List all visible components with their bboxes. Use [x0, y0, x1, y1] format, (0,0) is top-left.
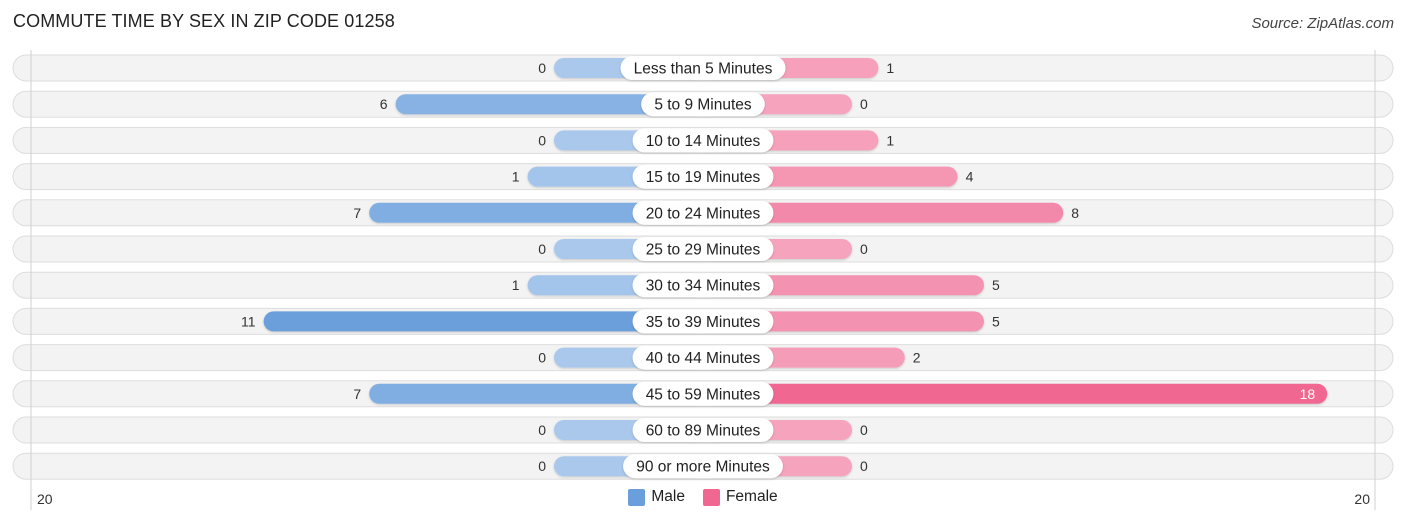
category-label-text: 35 to 39 Minutes: [646, 314, 761, 331]
value-label-male: 6: [380, 96, 388, 112]
category-label: 5 to 9 Minutes: [641, 92, 765, 117]
category-label: Less than 5 Minutes: [620, 56, 786, 80]
category-label: 60 to 89 Minutes: [632, 418, 774, 442]
value-label-female: 5: [992, 313, 1000, 329]
category-label: 10 to 14 Minutes: [632, 128, 774, 153]
value-label-female: 0: [860, 422, 868, 438]
category-label-text: 60 to 89 Minutes: [646, 423, 761, 440]
category-label-text: 10 to 14 Minutes: [646, 133, 761, 150]
value-label-female: 1: [886, 132, 894, 148]
category-label-text: 40 to 44 Minutes: [646, 350, 761, 367]
legend-swatch-female: [702, 488, 720, 506]
value-label-female: 5: [992, 277, 1000, 293]
value-label-female: 8: [1071, 205, 1079, 221]
value-label-male: 0: [538, 132, 546, 148]
category-label-text: Less than 5 Minutes: [634, 61, 773, 78]
value-label-female: 18: [1300, 386, 1316, 402]
value-label-male: 0: [538, 350, 546, 366]
value-label-female: 1: [886, 60, 894, 76]
category-label-text: 90 or more Minutes: [636, 459, 770, 476]
category-label-text: 30 to 34 Minutes: [646, 278, 761, 295]
value-label-female: 4: [966, 169, 974, 185]
value-label-male: 1: [512, 169, 520, 185]
category-label-text: 25 to 29 Minutes: [646, 242, 761, 259]
value-label-male: 11: [241, 313, 256, 329]
category-label: 90 or more Minutes: [623, 454, 783, 479]
category-label: 30 to 34 Minutes: [632, 273, 774, 298]
chart-svg: 0 1Less than 5 Minutes6 05 to 9 Minutes0 11…: [12, 50, 1394, 510]
value-label-male: 7: [353, 386, 361, 402]
category-label: 25 to 29 Minutes: [632, 237, 774, 261]
category-label: 40 to 44 Minutes: [632, 345, 774, 370]
legend-item-male: Male: [628, 488, 685, 506]
legend-item-female: Female: [702, 488, 778, 506]
value-label-female: 0: [860, 458, 868, 474]
legend-label-male: Male: [651, 488, 685, 505]
value-label-female: 0: [860, 241, 868, 257]
value-label-male: 0: [538, 241, 546, 257]
category-label: 45 to 59 Minutes: [632, 381, 774, 406]
value-label-male: 0: [538, 458, 546, 474]
category-label: 35 to 39 Minutes: [632, 309, 774, 334]
value-label-male: 0: [538, 422, 546, 438]
value-label-female: 0: [860, 96, 868, 112]
value-label-female: 2: [913, 350, 921, 366]
legend-swatch-male: [628, 488, 646, 506]
category-label: 20 to 24 Minutes: [632, 200, 774, 225]
legend-label-female: Female: [725, 488, 778, 505]
bar-female: [703, 383, 1328, 404]
category-label-text: 15 to 19 Minutes: [646, 169, 761, 186]
category-label-text: 5 to 9 Minutes: [654, 97, 752, 114]
value-label-male: 1: [512, 277, 520, 293]
category-label-text: 20 to 24 Minutes: [646, 205, 761, 222]
value-label-male: 0: [538, 60, 546, 76]
legend: Male Female: [0, 488, 1406, 506]
category-label: 15 to 19 Minutes: [632, 164, 774, 189]
value-label-male: 7: [353, 205, 361, 221]
category-label-text: 45 to 59 Minutes: [646, 386, 761, 403]
